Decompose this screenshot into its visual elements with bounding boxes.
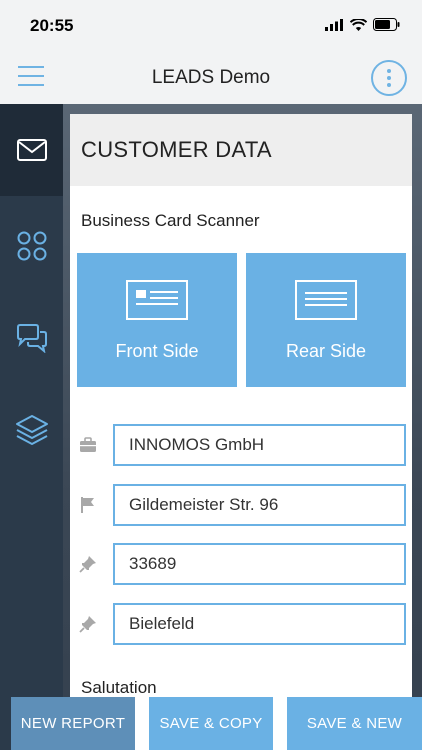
status-bar: 20:55 (0, 0, 422, 52)
more-options-button[interactable] (371, 60, 407, 96)
save-new-button[interactable]: SAVE & NEW (287, 697, 422, 750)
sidebar (0, 104, 63, 750)
chat-icon (16, 324, 47, 353)
briefcase-icon (80, 437, 96, 452)
app-title: LEADS Demo (151, 67, 271, 88)
mail-icon (16, 139, 47, 161)
company-row (70, 424, 412, 466)
zip-row (70, 543, 412, 585)
status-icons (325, 18, 400, 31)
signal-icon (325, 18, 343, 31)
business-card-front-icon (126, 280, 188, 320)
salutation-label: Salutation (81, 678, 157, 697)
new-report-button[interactable]: NEW REPORT (11, 697, 135, 750)
wifi-icon (350, 18, 367, 31)
company-input[interactable] (113, 424, 406, 466)
bottom-action-bar: NEW REPORT SAVE & COPY SAVE & NEW (0, 697, 422, 750)
city-row (70, 603, 412, 645)
sidebar-item-chat[interactable] (0, 292, 63, 384)
city-input[interactable] (113, 603, 406, 645)
front-side-label: Front Side (115, 341, 199, 361)
zip-input[interactable] (113, 543, 406, 585)
customer-data-card: CUSTOMER DATA Business Card Scanner Fron… (70, 114, 412, 750)
card-title: CUSTOMER DATA (70, 114, 412, 186)
top-bar: LEADS Demo (0, 52, 422, 104)
pin-icon (79, 616, 96, 633)
business-card-rear-icon (295, 280, 357, 320)
grid-icon (17, 231, 46, 261)
rear-side-scan-button[interactable]: Rear Side (246, 253, 406, 387)
rear-side-label: Rear Side (285, 341, 367, 361)
street-input[interactable] (113, 484, 406, 526)
sidebar-item-layers[interactable] (0, 384, 63, 476)
save-copy-button[interactable]: SAVE & COPY (149, 697, 273, 750)
sidebar-item-mail[interactable] (0, 104, 63, 196)
scanner-label: Business Card Scanner (81, 211, 260, 230)
status-time: 20:55 (30, 16, 74, 35)
battery-icon (373, 18, 400, 31)
pin-icon (79, 556, 96, 573)
flag-icon (81, 497, 94, 513)
front-side-scan-button[interactable]: Front Side (77, 253, 237, 387)
street-row (70, 484, 412, 526)
sidebar-item-apps[interactable] (0, 200, 63, 292)
layers-icon (15, 415, 48, 445)
